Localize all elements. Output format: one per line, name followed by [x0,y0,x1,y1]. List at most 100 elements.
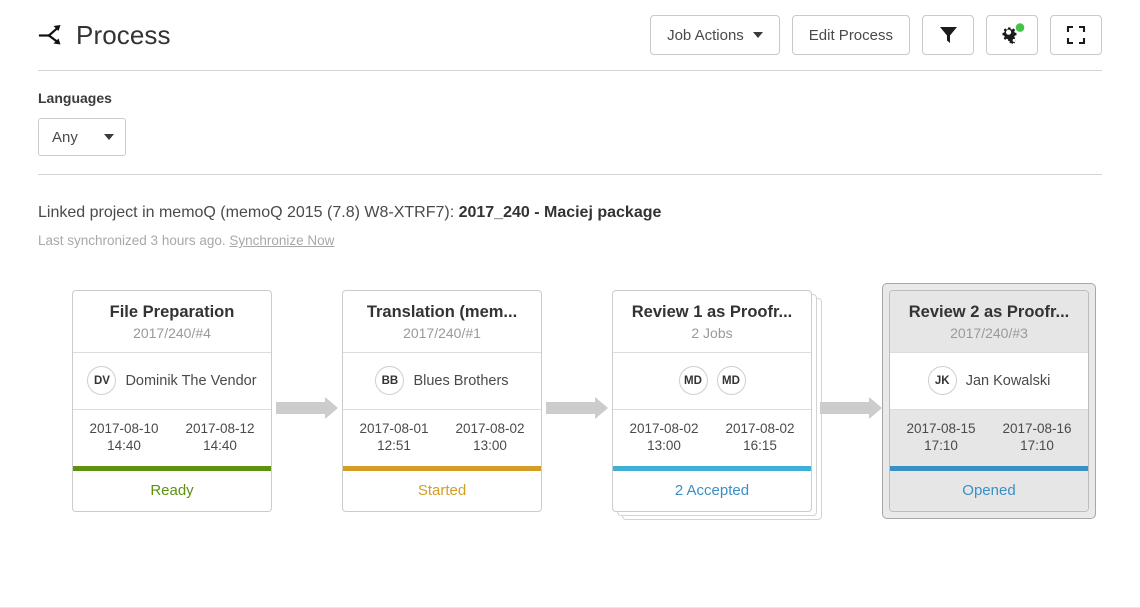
card-subtitle: 2017/240/#4 [133,324,211,341]
sync-status-line: Last synchronized 3 hours ago. Synchroni… [38,233,1102,248]
start-date: 2017-08-02 13:00 [629,420,698,455]
synchronize-now-link[interactable]: Synchronize Now [229,233,334,248]
languages-select-value: Any [52,128,78,146]
end-date: 2017-08-02 13:00 [455,420,524,455]
start-date-value: 2017-08-10 [89,420,159,436]
end-time-value: 13:00 [473,438,507,454]
person-name: Jan Kowalski [965,372,1051,389]
process-page: Process Job Actions Edit Process Languag… [0,0,1140,608]
edit-process-label: Edit Process [808,26,893,44]
workflow-node-review-1[interactable]: Review 1 as Proofr... 2 Jobs MD MD 2017-… [612,290,822,520]
card-subtitle: 2017/240/#1 [403,324,481,341]
edit-process-button[interactable]: Edit Process [791,15,910,55]
status-label: 2 Accepted [674,481,750,499]
card-people: JK Jan Kowalski [890,352,1088,410]
page-header: Process Job Actions Edit Process [38,0,1102,71]
card-dates: 2017-08-10 14:40 2017-08-12 14:40 [73,410,271,466]
card-header: Review 2 as Proofr... 2017/240/#3 [890,291,1088,353]
linked-project-line: Linked project in memoQ (memoQ 2015 (7.8… [38,204,1102,222]
start-time-value: 13:00 [647,438,681,454]
job-actions-label: Job Actions [667,26,744,44]
start-time-value: 14:40 [107,438,141,454]
fullscreen-button[interactable] [1050,15,1102,55]
card-people: DV Dominik The Vendor [73,353,271,410]
workflow-node-translation[interactable]: Translation (mem... 2017/240/#1 BB Blues… [342,290,542,512]
languages-select[interactable]: Any [38,118,126,156]
funnel-filter-icon [939,27,957,43]
card-dates: 2017-08-01 12:51 2017-08-02 13:00 [343,410,541,466]
linked-project-section: Linked project in memoQ (memoQ 2015 (7.8… [38,204,1102,248]
start-date-value: 2017-08-15 [906,420,976,436]
end-date-value: 2017-08-02 [725,420,795,436]
linked-project-name: 2017_240 - Maciej package [458,204,662,221]
workflow-diagram: File Preparation 2017/240/#4 DV Dominik … [0,283,1140,525]
start-date: 2017-08-01 12:51 [359,420,428,455]
stacked-job-cards: Review 1 as Proofr... 2 Jobs MD MD 2017-… [612,290,822,520]
process-branch-icon [38,22,64,48]
card-header: File Preparation 2017/240/#4 [73,291,271,353]
chevron-down-icon [104,134,114,140]
filters-section: Languages Any [38,71,1102,175]
job-card[interactable]: Review 2 as Proofr... 2017/240/#3 JK Jan… [889,290,1089,512]
start-time-value: 17:10 [924,438,958,454]
person-name: Blues Brothers [413,372,509,389]
job-card[interactable]: File Preparation 2017/240/#4 DV Dominik … [72,290,272,512]
settings-button[interactable] [986,15,1038,55]
avatar: MD [678,366,708,396]
page-title-group: Process [38,20,171,51]
expand-fullscreen-icon [1066,25,1086,45]
card-title: Translation (mem... [366,303,518,321]
gears-settings-icon [1002,23,1025,44]
filter-button[interactable] [922,15,974,55]
status-label: Started [417,481,467,499]
card-subtitle: 2 Jobs [691,324,733,341]
card-subtitle: 2017/240/#3 [950,324,1028,341]
page-title: Process [76,19,171,50]
person-name: Dominik The Vendor [125,372,257,389]
workflow-node-review-2[interactable]: Review 2 as Proofr... 2017/240/#3 JK Jan… [882,283,1096,519]
start-time-value: 12:51 [377,438,411,454]
status-label: Ready [150,481,194,499]
card-dates: 2017-08-02 13:00 2017-08-02 16:15 [613,410,811,466]
avatar: JK [927,366,957,396]
linked-project-prefix: Linked project in memoQ (memoQ 2015 (7.8… [38,204,459,221]
avatar: MD [716,366,746,396]
languages-label: Languages [38,90,112,106]
end-date: 2017-08-12 14:40 [185,420,254,455]
end-date: 2017-08-16 17:10 [1002,420,1071,455]
flow-arrow [820,397,882,419]
chevron-down-icon [752,32,763,38]
status-label: Opened [890,470,1088,511]
filters-divider [38,174,1102,175]
avatar: DV [87,366,117,396]
job-actions-button[interactable]: Job Actions [650,15,780,55]
end-date-value: 2017-08-16 [1002,420,1072,436]
card-people: BB Blues Brothers [343,353,541,410]
flow-arrow [276,397,338,419]
card-people: MD MD [613,353,811,410]
avatar: BB [375,366,405,396]
end-time-value: 16:15 [743,438,777,454]
header-toolbar: Job Actions Edit Process [650,15,1102,55]
sync-status-text: Last synchronized 3 hours ago. [38,233,230,248]
job-card[interactable]: Translation (mem... 2017/240/#1 BB Blues… [342,290,542,512]
start-date: 2017-08-15 17:10 [906,420,975,455]
settings-status-dot [1015,23,1025,32]
end-time-value: 14:40 [203,438,237,454]
start-date-value: 2017-08-02 [629,420,699,436]
card-header: Translation (mem... 2017/240/#1 [343,291,541,353]
job-card[interactable]: Review 1 as Proofr... 2 Jobs MD MD 2017-… [612,290,812,512]
end-date-value: 2017-08-12 [185,420,255,436]
end-date: 2017-08-02 16:15 [725,420,794,455]
end-time-value: 17:10 [1020,438,1054,454]
card-dates: 2017-08-15 17:10 2017-08-16 17:10 [890,409,1088,466]
flow-arrow [546,397,608,419]
start-date-value: 2017-08-01 [359,420,429,436]
card-title: Review 2 as Proofr... [908,303,1070,321]
card-header: Review 1 as Proofr... 2 Jobs [613,291,811,353]
start-date: 2017-08-10 14:40 [89,420,158,455]
card-title: Review 1 as Proofr... [631,303,793,321]
card-title: File Preparation [109,303,235,321]
workflow-node-file-preparation[interactable]: File Preparation 2017/240/#4 DV Dominik … [72,290,272,512]
end-date-value: 2017-08-02 [455,420,525,436]
